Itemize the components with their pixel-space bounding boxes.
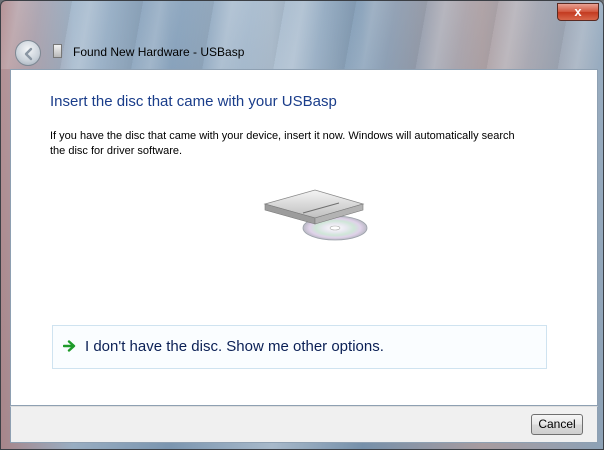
back-button[interactable] xyxy=(15,40,41,66)
wizard-footer: Cancel xyxy=(10,406,598,443)
back-arrow-icon xyxy=(24,47,33,61)
no-disc-option-label: I don't have the disc. Show me other opt… xyxy=(85,338,384,355)
green-arrow-icon xyxy=(63,340,76,352)
cancel-button[interactable]: Cancel xyxy=(531,414,583,435)
page-description: If you have the disc that came with your… xyxy=(50,130,515,157)
page-heading: Insert the disc that came with your USBa… xyxy=(50,93,337,110)
no-disc-option-link[interactable]: I don't have the disc. Show me other opt… xyxy=(52,325,547,369)
disc-drive-icon xyxy=(263,189,368,241)
hardware-device-icon xyxy=(53,44,62,58)
window-title: Found New Hardware - USBasp xyxy=(73,45,245,59)
wizard-content: Insert the disc that came with your USBa… xyxy=(10,69,598,406)
close-button[interactable]: x xyxy=(557,3,599,21)
window-frame: x Found New Hardware - USBasp Insert the… xyxy=(0,0,604,450)
